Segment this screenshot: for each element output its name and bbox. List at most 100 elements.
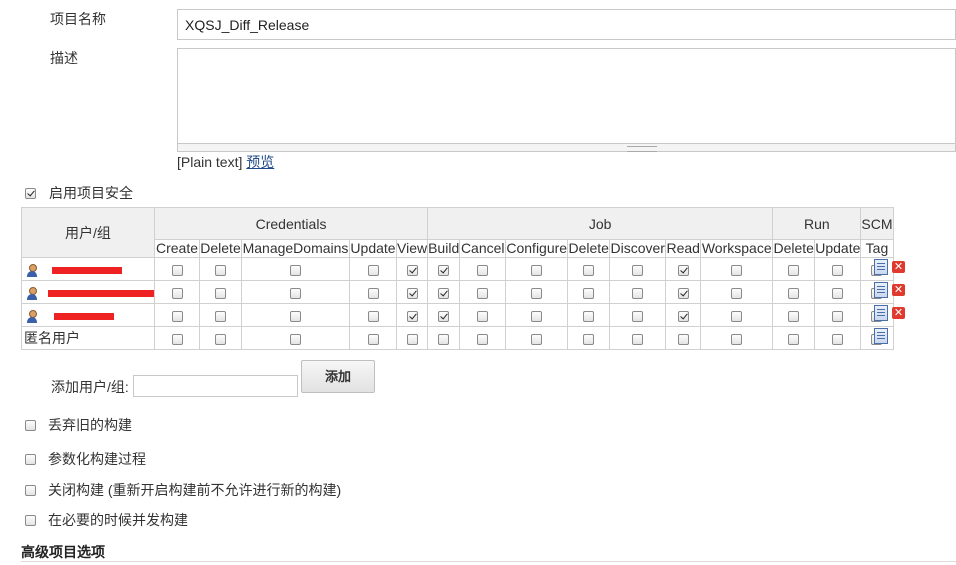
permission-cell	[395, 257, 429, 281]
permission-checkbox[interactable]	[171, 333, 183, 345]
permission-group-run: Run	[772, 207, 862, 240]
add-button[interactable]: 添加	[301, 360, 375, 393]
permission-checkbox[interactable]	[788, 310, 800, 322]
project-name-label: 项目名称	[50, 11, 106, 27]
permission-checkbox[interactable]	[477, 287, 489, 299]
permission-checkbox[interactable]	[215, 310, 226, 322]
permission-checkbox[interactable]	[832, 287, 844, 299]
permission-cell	[349, 257, 397, 281]
option-row: 参数化构建过程	[25, 449, 146, 469]
permission-checkbox[interactable]	[731, 310, 743, 322]
permission-row	[21, 303, 894, 327]
permission-cell	[199, 303, 242, 327]
permission-checkbox[interactable]	[367, 287, 379, 299]
permission-checkbox[interactable]	[215, 333, 226, 345]
permission-cell	[199, 326, 242, 350]
permission-checkbox[interactable]	[632, 287, 644, 299]
permission-checkbox[interactable]	[583, 333, 595, 345]
permission-checkbox[interactable]	[438, 310, 450, 322]
permission-cell	[609, 280, 667, 304]
permission-cell	[427, 280, 461, 304]
enable-security-checkbox[interactable]	[25, 187, 36, 199]
remove-icon[interactable]: ✕	[892, 261, 905, 273]
permission-checkbox[interactable]	[788, 287, 800, 299]
remove-icon[interactable]: ✕	[892, 284, 905, 296]
project-name-input[interactable]	[177, 9, 956, 40]
permission-checkbox[interactable]	[632, 333, 644, 345]
permission-checkbox[interactable]	[477, 333, 489, 345]
permission-checkbox[interactable]	[632, 264, 644, 276]
permission-checkbox[interactable]	[788, 264, 800, 276]
option-checkbox[interactable]	[25, 453, 36, 465]
permission-checkbox[interactable]	[367, 264, 379, 276]
permission-row-user: 匿名用户	[21, 326, 155, 350]
permission-checkbox[interactable]	[832, 310, 844, 322]
permission-checkbox[interactable]	[677, 310, 689, 322]
permission-column-job-delete: Delete	[567, 239, 611, 258]
permission-checkbox[interactable]	[406, 310, 418, 322]
permission-cell	[567, 326, 611, 350]
remove-icon[interactable]: ✕	[892, 307, 905, 319]
permission-checkbox[interactable]	[477, 264, 489, 276]
permission-checkbox[interactable]	[367, 310, 379, 322]
permission-checkbox[interactable]	[731, 264, 743, 276]
permission-checkbox[interactable]	[531, 287, 543, 299]
permission-checkbox[interactable]	[171, 264, 183, 276]
edit-permissions-icon[interactable]	[874, 282, 888, 298]
permission-cell	[199, 280, 242, 304]
permission-cell	[700, 280, 774, 304]
permission-column-run-update: Update	[814, 239, 862, 258]
permission-checkbox[interactable]	[531, 310, 543, 322]
permission-checkbox[interactable]	[290, 310, 301, 322]
permission-checkbox[interactable]	[215, 287, 226, 299]
permission-checkbox[interactable]	[171, 287, 183, 299]
permission-checkbox[interactable]	[677, 287, 689, 299]
permission-checkbox[interactable]	[632, 310, 644, 322]
permission-checkbox[interactable]	[406, 333, 418, 345]
permission-cell	[665, 280, 702, 304]
permission-checkbox[interactable]	[788, 333, 800, 345]
option-checkbox[interactable]	[25, 419, 36, 431]
permission-cell	[665, 257, 702, 281]
permission-checkbox[interactable]	[677, 264, 689, 276]
permission-checkbox[interactable]	[290, 264, 301, 276]
description-textarea[interactable]	[177, 48, 956, 144]
permission-checkbox[interactable]	[531, 333, 543, 345]
edit-permissions-icon[interactable]	[874, 259, 888, 275]
permission-checkbox[interactable]	[677, 333, 689, 345]
permission-checkbox[interactable]	[406, 287, 418, 299]
permission-checkbox[interactable]	[531, 264, 543, 276]
preview-link[interactable]: 预览	[246, 154, 274, 170]
permission-checkbox[interactable]	[438, 333, 450, 345]
permission-checkbox[interactable]	[477, 310, 489, 322]
permission-checkbox[interactable]	[215, 264, 226, 276]
permission-checkbox[interactable]	[583, 264, 595, 276]
permission-row-user	[21, 303, 155, 327]
add-user-group-input[interactable]	[133, 375, 298, 397]
permission-checkbox[interactable]	[731, 287, 743, 299]
permission-checkbox[interactable]	[171, 310, 183, 322]
edit-permissions-icon[interactable]	[874, 305, 888, 321]
permission-checkbox[interactable]	[832, 333, 844, 345]
permission-row-user	[21, 280, 155, 304]
permission-checkbox[interactable]	[438, 264, 450, 276]
permission-checkbox[interactable]	[290, 287, 301, 299]
user-icon	[26, 309, 37, 323]
option-checkbox[interactable]	[25, 514, 36, 526]
permission-checkbox[interactable]	[832, 264, 844, 276]
permission-checkbox[interactable]	[367, 333, 379, 345]
permission-checkbox[interactable]	[406, 264, 418, 276]
option-checkbox[interactable]	[25, 484, 36, 496]
permission-checkbox[interactable]	[583, 287, 595, 299]
permission-checkbox[interactable]	[583, 310, 595, 322]
textarea-resize-handle[interactable]	[177, 144, 956, 152]
permission-cell	[427, 326, 461, 350]
edit-permissions-icon[interactable]	[874, 328, 888, 344]
permission-column-job-workspace: Workspace	[700, 239, 774, 258]
permission-checkbox[interactable]	[731, 333, 743, 345]
user-icon	[26, 263, 37, 277]
permission-checkbox[interactable]	[438, 287, 450, 299]
permission-checkbox[interactable]	[290, 333, 301, 345]
description-label: 描述	[50, 50, 78, 66]
permission-cell	[427, 257, 461, 281]
